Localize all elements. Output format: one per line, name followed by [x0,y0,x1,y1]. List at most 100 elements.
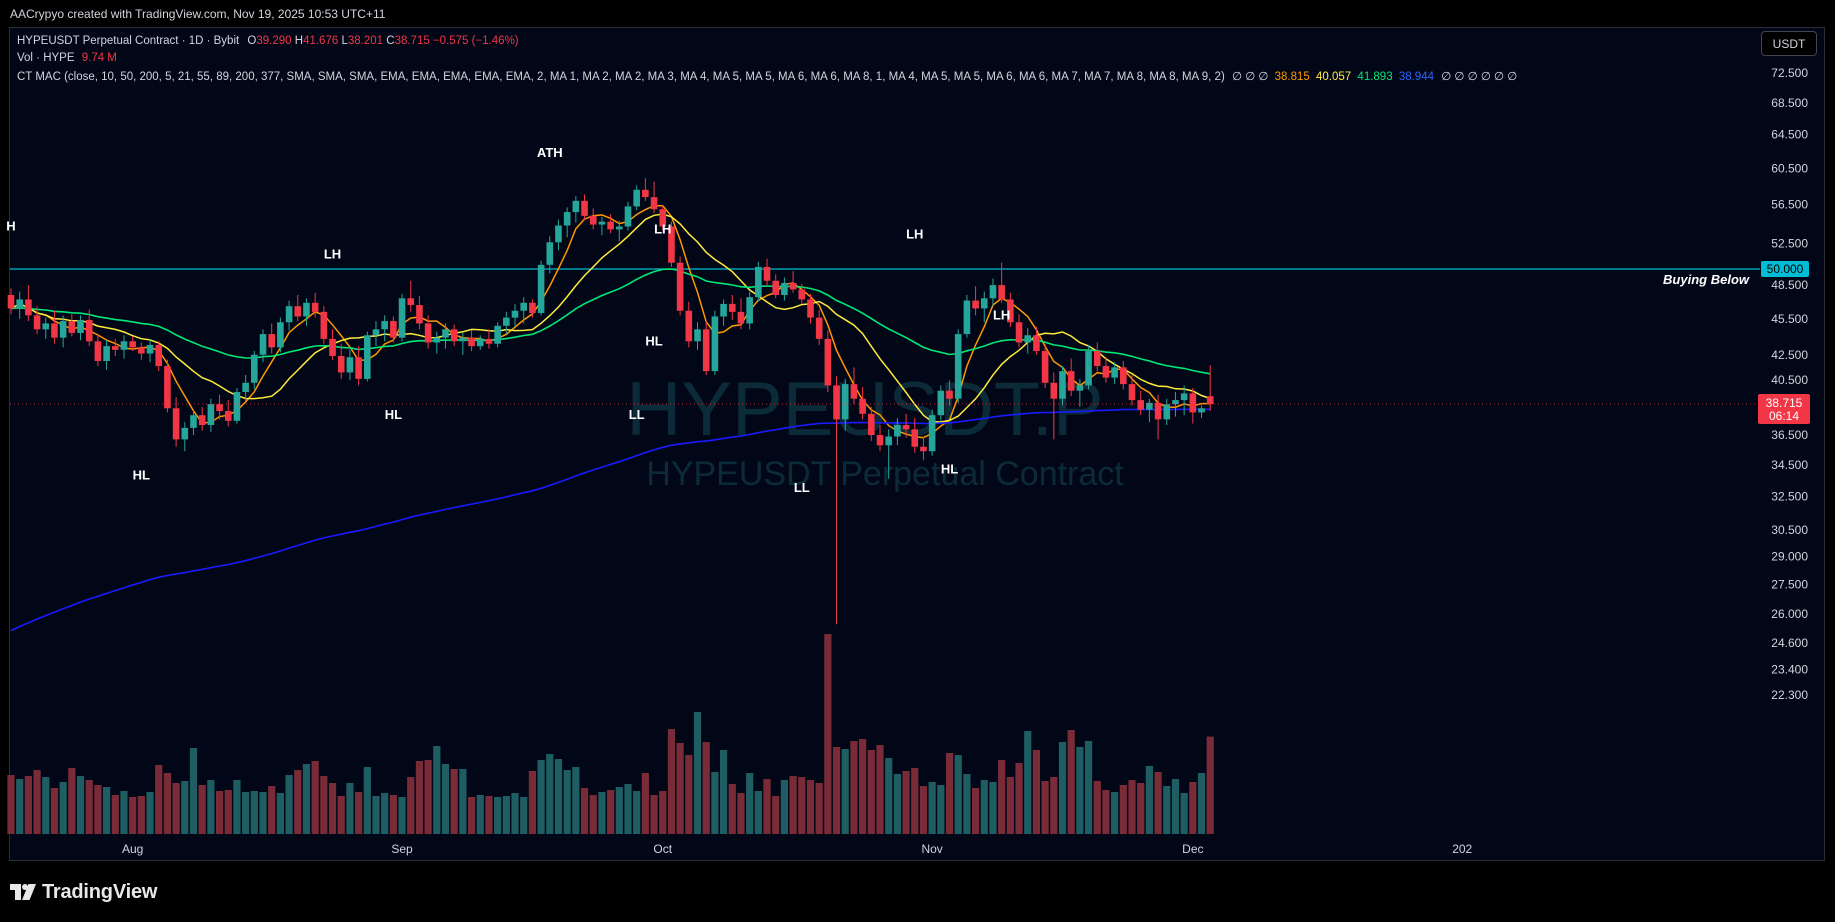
candle-body [242,382,249,393]
volume-bar [250,791,258,834]
price-tick-label: 23.400 [1771,663,1808,677]
candle-body [303,302,310,317]
volume-bar [685,755,693,834]
candle-body [798,289,806,300]
candle-body [529,302,536,314]
volume-bar [476,795,484,834]
volume-bar [1154,772,1162,834]
price-tick-label: 30.500 [1771,523,1808,537]
volume-bar [815,783,823,834]
candle-body [563,212,571,226]
volume-bar [294,770,302,834]
candle-body [755,266,762,298]
legend-volume-row[interactable]: Vol · HYPE 9.74 M [17,52,117,64]
price-axis[interactable]: 72.500 68.500 64.500 60.500 56.500 52.500 48.5… [1771,66,1808,702]
candle-body [589,215,597,225]
volume-bar [42,777,50,834]
countdown-badge-text: 06:14 [1769,409,1799,423]
price-tick-label: 42.500 [1771,348,1808,362]
volume-bar [259,792,267,834]
candle-body [468,337,475,347]
price-chart[interactable]: HYPEUSDT.P HYPEUSDT Perpetual Contract B… [0,0,1835,922]
candle-body [607,221,614,230]
watermark-description: HYPEUSDT Perpetual Contract [646,455,1124,493]
currency-button[interactable]: USDT [1761,31,1817,56]
volume-bar [511,793,519,834]
candle-body [850,384,858,399]
candle-body [485,338,493,344]
candle-body [1128,384,1136,401]
candle-body [676,262,684,311]
candle-body [442,329,449,338]
volume-bar [94,785,102,834]
candle-body [16,299,23,309]
candle-body [59,321,67,338]
candle-body [928,415,936,452]
candle-body [728,303,736,312]
legend-null-values: ∅ ∅ ∅ [1231,71,1269,83]
candle-body [1120,367,1127,385]
candle-body [572,200,580,213]
volume-bar [1093,781,1101,834]
candle-body [294,306,302,317]
volume-bar [302,764,311,834]
candle-body [459,337,467,342]
time-tick-label: Aug [122,842,143,856]
time-tick-label: Dec [1182,842,1203,856]
candle-body [737,311,745,324]
swing-label: LH [654,221,671,236]
candle-body [390,321,397,338]
volume-bar [146,792,154,834]
volume-bar [954,755,962,834]
candle-body [633,189,640,207]
time-tick-label: Nov [921,842,942,856]
volume-bar [589,795,597,834]
volume-bar [772,796,780,834]
legend-symbol-row[interactable]: HYPEUSDT Perpetual Contract · 1D · Bybit… [17,35,519,47]
volume-bar [1024,731,1032,834]
volume-bar [494,797,502,834]
candle-body [815,317,823,339]
volume-bar [137,796,145,834]
candle-body [998,285,1005,300]
volume-bar [363,767,371,834]
volume-bar [1067,730,1075,834]
swing-label: HL [133,468,150,483]
brand-name: TradingView [42,880,158,903]
price-tick-label: 56.500 [1771,198,1808,212]
volume-bar [502,796,510,834]
volume-bar [207,780,215,834]
swing-label: LH [324,246,341,261]
level-price-badge-text: 50.000 [1767,262,1804,276]
price-tick-label: 22.300 [1771,688,1808,702]
candle-body [424,323,432,343]
volume-bar [1084,741,1093,834]
candle-body [807,299,814,318]
candle-body [833,385,840,420]
candle-body [789,282,797,290]
swing-label: LH [993,307,1010,322]
time-tick-label: 202 [1452,842,1472,856]
price-tick-label: 26.000 [1771,607,1808,621]
volume-bar [719,750,728,834]
candle-body [1033,335,1040,352]
volume-bar [242,792,250,834]
candle-body [702,329,710,372]
legend-indicator-row[interactable]: CT MAC (close, 10, 50, 200, 5, 21, 55, 8… [17,69,1517,83]
candle-body [581,200,588,216]
volume-bar [667,729,676,834]
volume-bar [945,753,954,834]
volume-bar [528,771,536,834]
candle-body [120,341,128,350]
time-axis[interactable]: Aug Sep Oct Nov Dec 202 [122,842,1473,856]
swing-label: LH [906,226,923,241]
swing-label: LL [794,480,810,495]
volume-bar [1111,792,1119,834]
candle-body [1154,402,1162,420]
volume-bar [546,754,554,834]
volume-bar [650,795,658,834]
candle-body [980,298,988,309]
candle-body [311,302,319,312]
volume-bar [876,745,884,834]
candle-body [233,392,241,421]
